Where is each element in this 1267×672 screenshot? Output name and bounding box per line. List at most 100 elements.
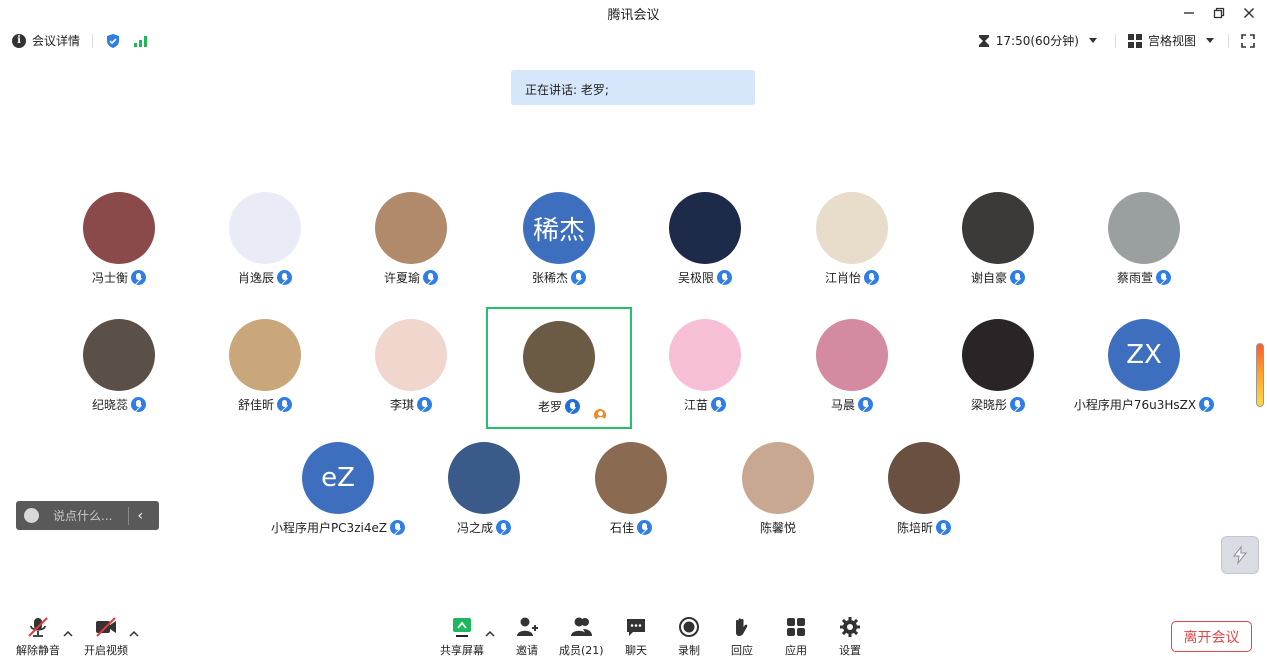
participant-tile[interactable]: 舒佳昕 (192, 307, 338, 429)
participant-name-row: 冯士衡 (92, 269, 146, 286)
mic-muted-icon (1199, 397, 1215, 412)
participant-tile[interactable]: 谢自豪 (925, 180, 1071, 302)
mic-muted-icon (423, 270, 438, 285)
participant-name-row: 许夏瑜 (384, 269, 438, 286)
view-mode-select[interactable]: 宫格视图 (1148, 32, 1196, 49)
participant-name: 江肖怡 (824, 271, 861, 285)
participant-tile[interactable]: 肖逸辰 (192, 180, 338, 302)
unmute-button[interactable]: 解除静音 (16, 616, 60, 658)
avatar (962, 319, 1034, 391)
mic-muted-icon (390, 520, 406, 535)
chat-quick-input[interactable]: 说点什么... ‹ (16, 501, 159, 530)
apps-icon (787, 618, 805, 636)
share-options-chevron-icon[interactable] (485, 629, 495, 639)
participant-name: 谢自豪 (970, 271, 1007, 285)
participant-tile[interactable]: 梁晓彤 (925, 307, 1071, 429)
info-icon[interactable]: i (12, 33, 26, 48)
participant-tile[interactable]: 江肖怡 (779, 180, 925, 302)
floating-tool-button[interactable] (1221, 536, 1259, 574)
participant-name: 陈馨悦 (759, 521, 796, 535)
avatar: eZ (302, 442, 374, 514)
participant-name: 小程序用户PC3zi4eZ (270, 521, 388, 535)
participant-tile[interactable]: eZ 小程序用户PC3zi4eZ (265, 430, 411, 552)
share-screen-label: 共享屏幕 (440, 644, 484, 657)
meeting-details-link[interactable]: 会议详情 (32, 32, 80, 49)
members-button[interactable]: 成员(21) (559, 616, 604, 658)
avatar (229, 319, 301, 391)
reactions-label: 回应 (731, 644, 753, 657)
participant-name-row: 吴极限 (678, 269, 732, 286)
restore-button[interactable] (1208, 2, 1230, 24)
video-options-chevron-icon[interactable] (129, 629, 139, 639)
participant-tile[interactable]: 蔡雨萱 (1071, 180, 1217, 302)
participant-tile[interactable]: 吴极限 (632, 180, 778, 302)
participant-tile[interactable]: 马晨 (779, 307, 925, 429)
start-video-button[interactable]: 开启视频 (84, 616, 128, 658)
avatar (669, 192, 741, 264)
settings-button[interactable]: 设置 (838, 616, 862, 658)
participant-tile[interactable]: 石佳 (558, 430, 704, 552)
participant-tile[interactable]: 江苗 (632, 307, 778, 429)
participant-name-row: 小程序用户76u3HsZX (1073, 396, 1215, 413)
participant-tile[interactable]: 纪晓蕊 (46, 307, 192, 429)
leave-meeting-button[interactable]: 离开会议 (1171, 621, 1252, 652)
participant-tile[interactable]: 陈馨悦 (705, 430, 851, 552)
share-screen-button[interactable]: 共享屏幕 (440, 616, 484, 658)
volume-level-bar (1256, 343, 1264, 407)
mic-muted-icon (1010, 397, 1025, 412)
chat-button[interactable]: 聊天 (624, 616, 648, 658)
participant-name: 石佳 (609, 521, 634, 535)
mic-muted-icon (864, 270, 879, 285)
collapse-arrow-icon[interactable]: ‹ (137, 508, 143, 524)
participant-name-row: 冯之成 (457, 519, 511, 536)
participant-name-row: 陈馨悦 (760, 519, 796, 536)
chat-placeholder[interactable]: 说点什么... (53, 507, 112, 524)
fullscreen-icon[interactable] (1241, 33, 1255, 48)
avatar (888, 442, 960, 514)
participant-name: 小程序用户76u3HsZX (1073, 398, 1197, 412)
emoji-icon[interactable] (24, 508, 39, 523)
participant-name: 舒佳昕 (237, 398, 274, 412)
avatar (669, 319, 741, 391)
unmute-label: 解除静音 (16, 644, 60, 657)
invite-button[interactable]: 邀请 (515, 616, 539, 658)
participant-tile[interactable]: 老罗 (486, 307, 632, 429)
avatar (595, 442, 667, 514)
participant-tile[interactable]: ZX 小程序用户76u3HsZX (1071, 307, 1217, 429)
mic-off-icon (28, 617, 48, 637)
participant-tile[interactable]: 李琪 (338, 307, 484, 429)
avatar (375, 319, 447, 391)
minimize-button[interactable] (1178, 2, 1200, 24)
meeting-time[interactable]: 17:50(60分钟) (996, 32, 1079, 49)
participant-name: 许夏瑜 (383, 271, 420, 285)
mic-muted-icon (1156, 270, 1171, 285)
avatar (229, 192, 301, 264)
mic-muted-icon (711, 397, 726, 412)
apps-button[interactable]: 应用 (784, 616, 808, 658)
mic-muted-icon (571, 270, 586, 285)
participant-name-row: 肖逸辰 (238, 269, 292, 286)
members-icon (571, 617, 593, 636)
mic-options-chevron-icon[interactable] (63, 629, 73, 639)
close-button[interactable] (1238, 2, 1260, 24)
participant-tile[interactable]: 稀杰 张稀杰 (486, 180, 632, 302)
participant-tile[interactable]: 冯士衡 (46, 180, 192, 302)
chevron-down-icon[interactable] (1088, 38, 1097, 43)
mic-muted-icon (858, 397, 873, 412)
participant-name-row: 马晨 (831, 396, 873, 413)
participant-tile[interactable]: 冯之成 (411, 430, 557, 552)
participant-tile[interactable]: 许夏瑜 (338, 180, 484, 302)
participant-tile[interactable]: 陈培昕 (851, 430, 997, 552)
signal-icon[interactable] (133, 34, 151, 48)
participant-name-row: 老罗 (538, 398, 580, 415)
participant-name-row: 纪晓蕊 (92, 396, 146, 413)
window-title: 腾讯会议 (607, 8, 660, 23)
reactions-button[interactable]: 回应 (730, 616, 754, 658)
chevron-down-icon[interactable] (1206, 38, 1214, 43)
shield-icon[interactable] (105, 33, 121, 49)
mic-muted-icon (131, 270, 146, 285)
mic-muted-icon (496, 520, 511, 535)
record-button[interactable]: 录制 (677, 616, 701, 658)
participant-name-row: 江苗 (684, 396, 726, 413)
avatar-initials: 稀杰 (532, 215, 585, 246)
